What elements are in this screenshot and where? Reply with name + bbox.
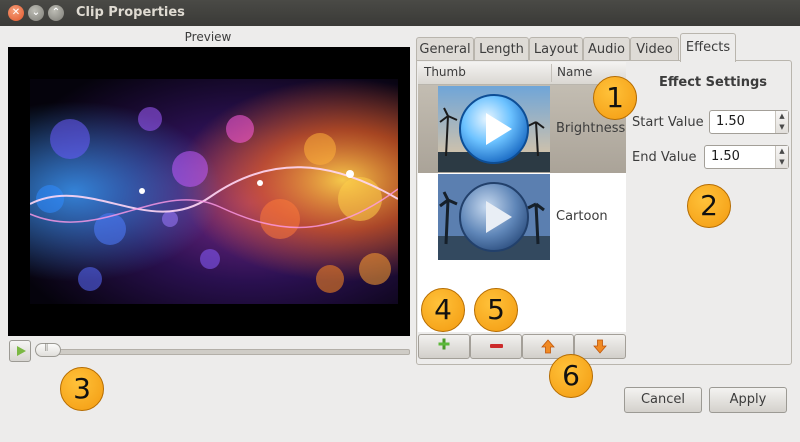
start-value-label: Start Value xyxy=(632,115,704,130)
tab-length[interactable]: Length xyxy=(474,37,529,61)
effect-name-cartoon: Cartoon xyxy=(556,209,608,224)
callout-5: 5 xyxy=(474,288,518,332)
start-value-text: 1.50 xyxy=(716,114,745,129)
callout-4: 4 xyxy=(421,288,465,332)
tab-video[interactable]: Video xyxy=(630,37,679,61)
column-header-thumb[interactable]: Thumb xyxy=(424,65,466,79)
callout-6: 6 xyxy=(549,354,593,398)
seek-slider-track[interactable] xyxy=(36,349,410,355)
end-value-label: End Value xyxy=(632,150,697,165)
title-bar: ✕ ⌄ ⌃ Clip Properties xyxy=(0,0,800,26)
effect-row-cartoon[interactable]: Cartoon xyxy=(418,173,626,261)
maximize-window-button[interactable]: ⌃ xyxy=(48,5,64,21)
play-button[interactable] xyxy=(9,340,31,362)
callout-2: 2 xyxy=(687,184,731,228)
close-window-button[interactable]: ✕ xyxy=(8,5,24,21)
end-value-spinner[interactable]: 1.50 ▲ ▼ xyxy=(704,145,789,169)
minus-icon xyxy=(490,344,503,348)
spinner-arrows-icon[interactable]: ▲ ▼ xyxy=(775,146,788,168)
remove-effect-button[interactable] xyxy=(470,334,522,359)
minimize-window-button[interactable]: ⌄ xyxy=(28,5,44,21)
apply-button[interactable]: Apply xyxy=(709,387,787,413)
tab-general[interactable]: General xyxy=(416,37,474,61)
column-header-name[interactable]: Name xyxy=(557,65,592,79)
effect-name-brightness: Brightness xyxy=(556,121,626,136)
effect-settings-title: Effect Settings xyxy=(659,75,768,90)
callout-3: 3 xyxy=(60,367,104,411)
brightness-thumbnail xyxy=(438,86,550,172)
callout-1: 1 xyxy=(593,76,637,120)
tab-effects[interactable]: Effects xyxy=(680,33,736,62)
cancel-button[interactable]: Cancel xyxy=(624,387,702,413)
window-title: Clip Properties xyxy=(76,5,185,20)
preview-frame xyxy=(8,47,410,336)
move-effect-down-button[interactable] xyxy=(574,334,626,359)
preview-label: Preview xyxy=(184,30,232,44)
add-effect-button[interactable] xyxy=(418,334,470,359)
tab-audio[interactable]: Audio xyxy=(583,37,630,61)
arrow-down-icon xyxy=(593,339,607,354)
spinner-arrows-icon[interactable]: ▲ ▼ xyxy=(775,111,788,133)
list-header: Thumb Name xyxy=(418,62,626,85)
cartoon-thumbnail xyxy=(438,174,550,260)
seek-slider-handle[interactable] xyxy=(35,342,61,357)
tab-layout[interactable]: Layout xyxy=(529,37,583,61)
end-value-text: 1.50 xyxy=(711,149,740,164)
start-value-spinner[interactable]: 1.50 ▲ ▼ xyxy=(709,110,789,134)
plus-icon xyxy=(438,338,450,350)
preview-image xyxy=(30,79,398,304)
